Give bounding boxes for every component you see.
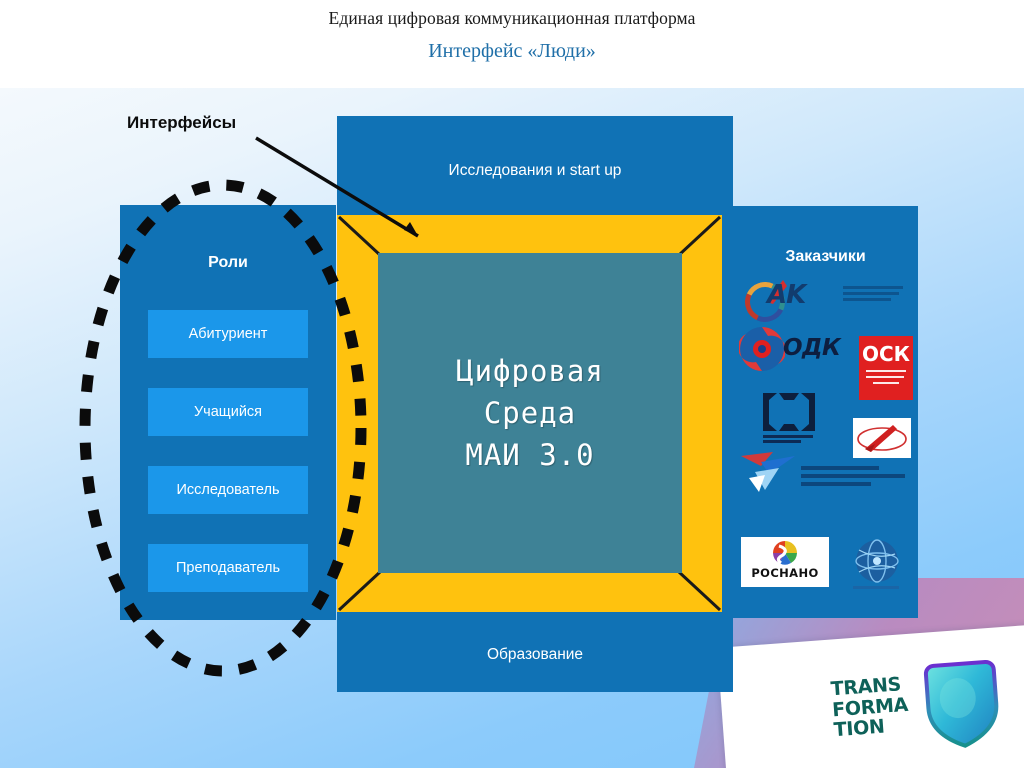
oak-text: AK bbox=[767, 280, 806, 310]
rosnano-wheel-shape bbox=[773, 541, 797, 565]
odk-swirl-shape bbox=[739, 327, 785, 371]
rosnano-logo-icon: РОСНАНО bbox=[741, 537, 829, 587]
rostec-subtitle-lines bbox=[763, 435, 815, 445]
odk-text: ОДК bbox=[783, 335, 841, 361]
center-bottom-label: Образование bbox=[486, 646, 584, 663]
core-text-block: Цифровая Среда МАИ 3.0 bbox=[378, 253, 682, 573]
globe-shape bbox=[855, 539, 899, 583]
slide-root: Единая цифровая коммуникационная платфор… bbox=[0, 0, 1024, 768]
asi-logo-icon bbox=[739, 450, 915, 512]
oak-subtitle-lines bbox=[843, 286, 905, 304]
osk-text: ОСК bbox=[861, 342, 911, 366]
slide-title-secondary: Интерфейс «Люди» bbox=[428, 40, 596, 62]
transformation-logo: TRANS FORMA TION bbox=[829, 650, 1016, 767]
core-line-2: Среда bbox=[483, 395, 577, 430]
oak-logo-icon: AK bbox=[739, 276, 909, 328]
core-line-1: Цифровая bbox=[456, 353, 604, 388]
odk-logo-icon: ОДК bbox=[739, 324, 869, 374]
customers-title: Заказчики bbox=[785, 248, 866, 265]
globe-logo-icon bbox=[849, 538, 911, 600]
osk-subtitle-lines bbox=[866, 370, 906, 388]
osk-logo-icon: ОСК bbox=[859, 336, 913, 400]
rostec-logo-icon bbox=[761, 391, 825, 449]
asi-subtitle-lines bbox=[801, 466, 909, 490]
core-line-3: МАИ 3.0 bbox=[465, 438, 595, 473]
shield-icon bbox=[923, 660, 999, 748]
rosnano-text: РОСНАНО bbox=[751, 566, 819, 580]
asi-bird-shape bbox=[741, 452, 795, 492]
slide-title-primary: Единая цифровая коммуникационная платфор… bbox=[328, 8, 696, 28]
dashed-ellipse-highlight bbox=[79, 179, 367, 677]
digital-environment-core: Цифровая Среда МАИ 3.0 bbox=[378, 253, 682, 573]
interfaces-label: Интерфейсы bbox=[127, 113, 237, 132]
globe-subtitle-lines bbox=[853, 586, 901, 591]
customers-panel: Заказчики AK ОДК ОСК РОСНАНО bbox=[733, 206, 918, 618]
rostec-bracket-shape bbox=[763, 393, 815, 431]
